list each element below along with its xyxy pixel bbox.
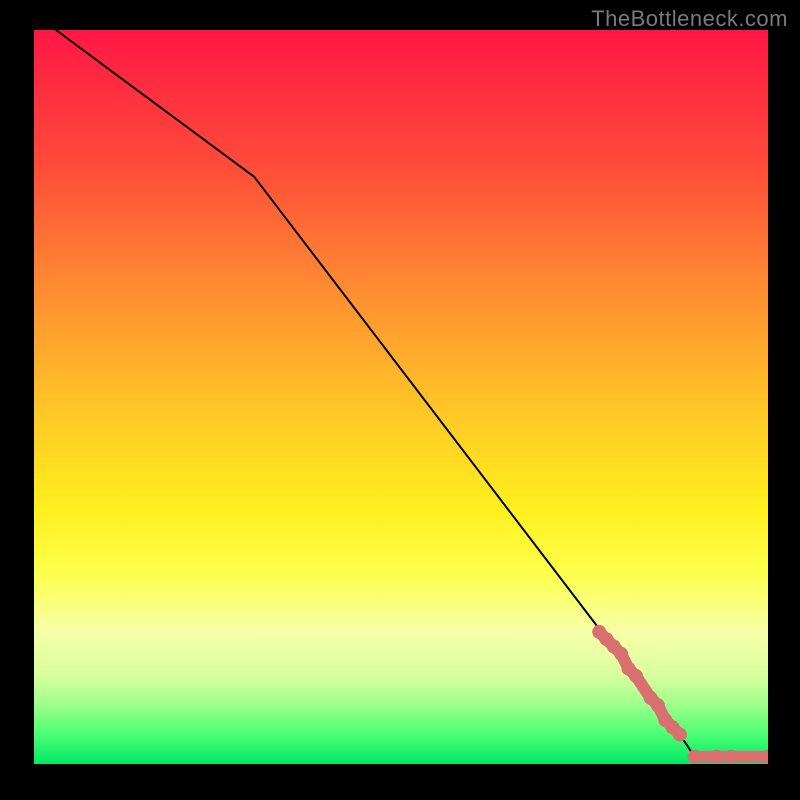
dot-layer (592, 625, 768, 764)
curve-layer (56, 30, 768, 757)
data-point (710, 750, 724, 764)
bottleneck-curve (56, 30, 768, 757)
data-point (724, 750, 738, 764)
data-point (673, 728, 687, 742)
data-point (688, 750, 702, 764)
watermark-text: TheBottleneck.com (591, 6, 788, 32)
plot-area (34, 30, 768, 764)
data-point (651, 698, 665, 712)
chart-frame: TheBottleneck.com (0, 0, 800, 800)
data-point (614, 647, 628, 661)
data-point (629, 669, 643, 683)
chart-svg (34, 30, 768, 764)
